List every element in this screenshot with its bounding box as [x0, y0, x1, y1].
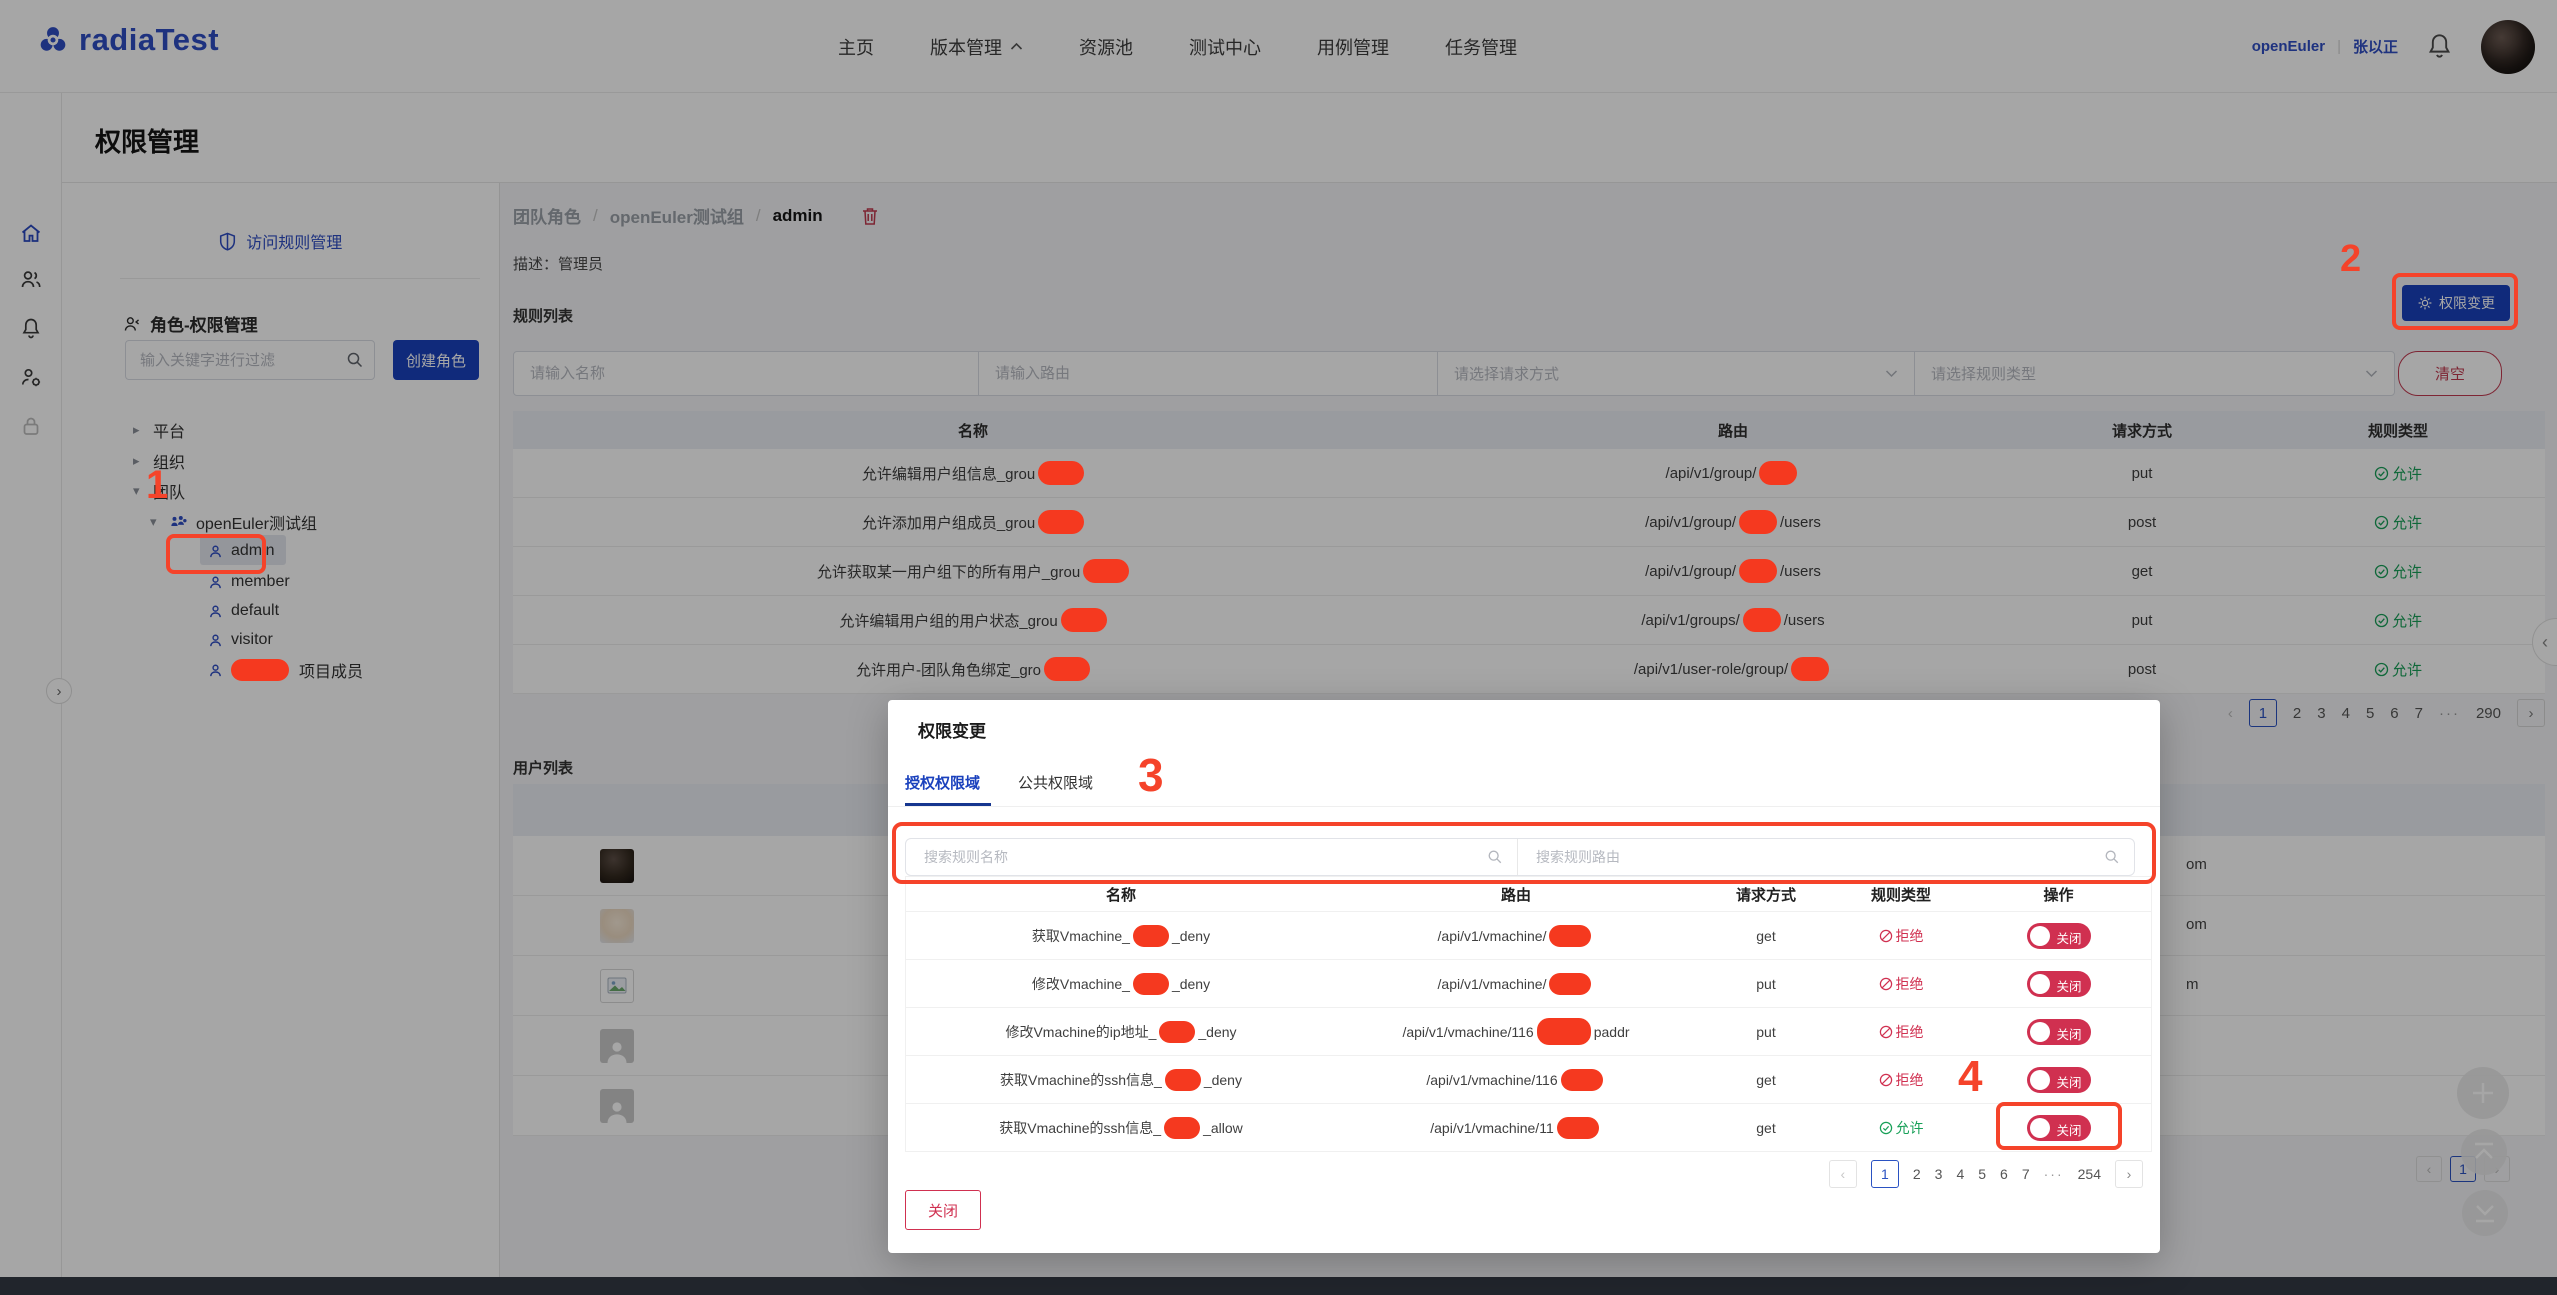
modal-page-6[interactable]: 6	[2000, 1166, 2008, 1182]
table-row: 修改Vmachine__deny /api/v1/vmachine/ put 拒…	[906, 960, 2151, 1008]
permission-change-modal: 权限变更 授权权限域 公共权限域 3 名称 路由 请求方式	[888, 700, 2160, 1253]
redaction-blob	[1159, 1021, 1195, 1043]
rule-toggle[interactable]: 关闭	[2027, 971, 2091, 997]
tab-public-domain[interactable]: 公共权限域	[1018, 772, 1093, 793]
tab-authorized-domain[interactable]: 授权权限域	[905, 772, 980, 793]
rule-toggle[interactable]: 关闭	[2027, 1067, 2091, 1093]
redaction-blob	[1133, 973, 1169, 995]
deny-icon	[1879, 1025, 1893, 1039]
modal-page-5[interactable]: 5	[1978, 1166, 1986, 1182]
modal-table-header: 名称 路由 请求方式 规则类型 操作	[906, 876, 2151, 912]
redaction-blob	[1164, 1117, 1200, 1139]
redaction-blob	[1759, 461, 1797, 485]
search-rule-route-field	[1517, 839, 2134, 875]
modal-search-bar	[905, 838, 2135, 876]
annotation-number-1: 1	[146, 463, 168, 508]
deny-icon	[1879, 1073, 1893, 1087]
toggle-knob	[2030, 1070, 2050, 1090]
modal-page-last[interactable]: 254	[2078, 1166, 2101, 1182]
annotation-number-4: 4	[1958, 1052, 1982, 1102]
search-rule-name-field	[906, 839, 1517, 875]
allow-check-icon	[1879, 1121, 1893, 1135]
screen: radiaTest 主页 版本管理 资源池 测试中心 用例管理 任务管理 ope…	[0, 0, 2557, 1295]
modal-page-7[interactable]: 7	[2022, 1166, 2030, 1182]
toggle-knob	[2030, 1118, 2050, 1138]
redaction-blob	[1743, 608, 1781, 632]
tabs-divider	[888, 806, 2160, 807]
modal-page-3[interactable]: 3	[1935, 1166, 1943, 1182]
redaction-blob	[1537, 1018, 1591, 1045]
redaction-blob	[1165, 1069, 1201, 1091]
redaction-blob	[1549, 973, 1591, 995]
search-icon	[2104, 849, 2120, 865]
table-row: 修改Vmachine的ip地址__deny /api/v1/vmachine/1…	[906, 1008, 2151, 1056]
redaction-blob	[1549, 925, 1591, 947]
rule-toggle[interactable]: 关闭	[2027, 1019, 2091, 1045]
redaction-blob	[1038, 510, 1084, 534]
search-icon	[1487, 849, 1503, 865]
redaction-blob	[1038, 461, 1084, 485]
rule-toggle[interactable]: 关闭	[2027, 1115, 2091, 1141]
search-rule-route-input[interactable]	[1536, 849, 2104, 865]
modal-page-2[interactable]: 2	[1913, 1166, 1921, 1182]
modal-rules-table: 名称 路由 请求方式 规则类型 操作 获取Vmachine__deny /api…	[905, 876, 2152, 1152]
modal-page-4[interactable]: 4	[1956, 1166, 1964, 1182]
modal-pagination: ‹ 1 2 3 4 5 6 7 ··· 254 ›	[1829, 1160, 2143, 1188]
redaction-blob	[1044, 657, 1090, 681]
toggle-knob	[2030, 974, 2050, 994]
modal-page-prev[interactable]: ‹	[1829, 1160, 1857, 1188]
redaction-blob	[1739, 559, 1777, 583]
redaction-blob	[1739, 510, 1777, 534]
modal-page-ellipsis: ···	[2044, 1166, 2064, 1182]
annotation-number-2: 2	[2340, 238, 2361, 281]
redaction-blob	[1791, 657, 1829, 681]
table-row: 获取Vmachine的ssh信息__allow /api/v1/vmachine…	[906, 1104, 2151, 1152]
redaction-blob	[1557, 1117, 1599, 1139]
modal-page-1[interactable]: 1	[1871, 1160, 1899, 1188]
table-row: 获取Vmachine__deny /api/v1/vmachine/ get 拒…	[906, 912, 2151, 960]
redaction-blob	[1061, 608, 1107, 632]
redaction-blob	[231, 659, 289, 681]
search-rule-name-input[interactable]	[924, 849, 1487, 865]
deny-icon	[1879, 977, 1893, 991]
modal-tabs: 授权权限域 公共权限域	[905, 772, 1093, 793]
modal-close-button[interactable]: 关闭	[905, 1190, 981, 1230]
deny-icon	[1879, 929, 1893, 943]
toggle-knob	[2030, 1022, 2050, 1042]
redaction-blob	[1083, 559, 1129, 583]
rule-toggle[interactable]: 关闭	[2027, 923, 2091, 949]
modal-title: 权限变更	[918, 717, 986, 742]
toggle-knob	[2030, 926, 2050, 946]
annotation-number-3: 3	[1138, 748, 1164, 802]
modal-page-next[interactable]: ›	[2115, 1160, 2143, 1188]
redaction-blob	[1561, 1069, 1603, 1091]
redaction-blob	[1133, 925, 1169, 947]
